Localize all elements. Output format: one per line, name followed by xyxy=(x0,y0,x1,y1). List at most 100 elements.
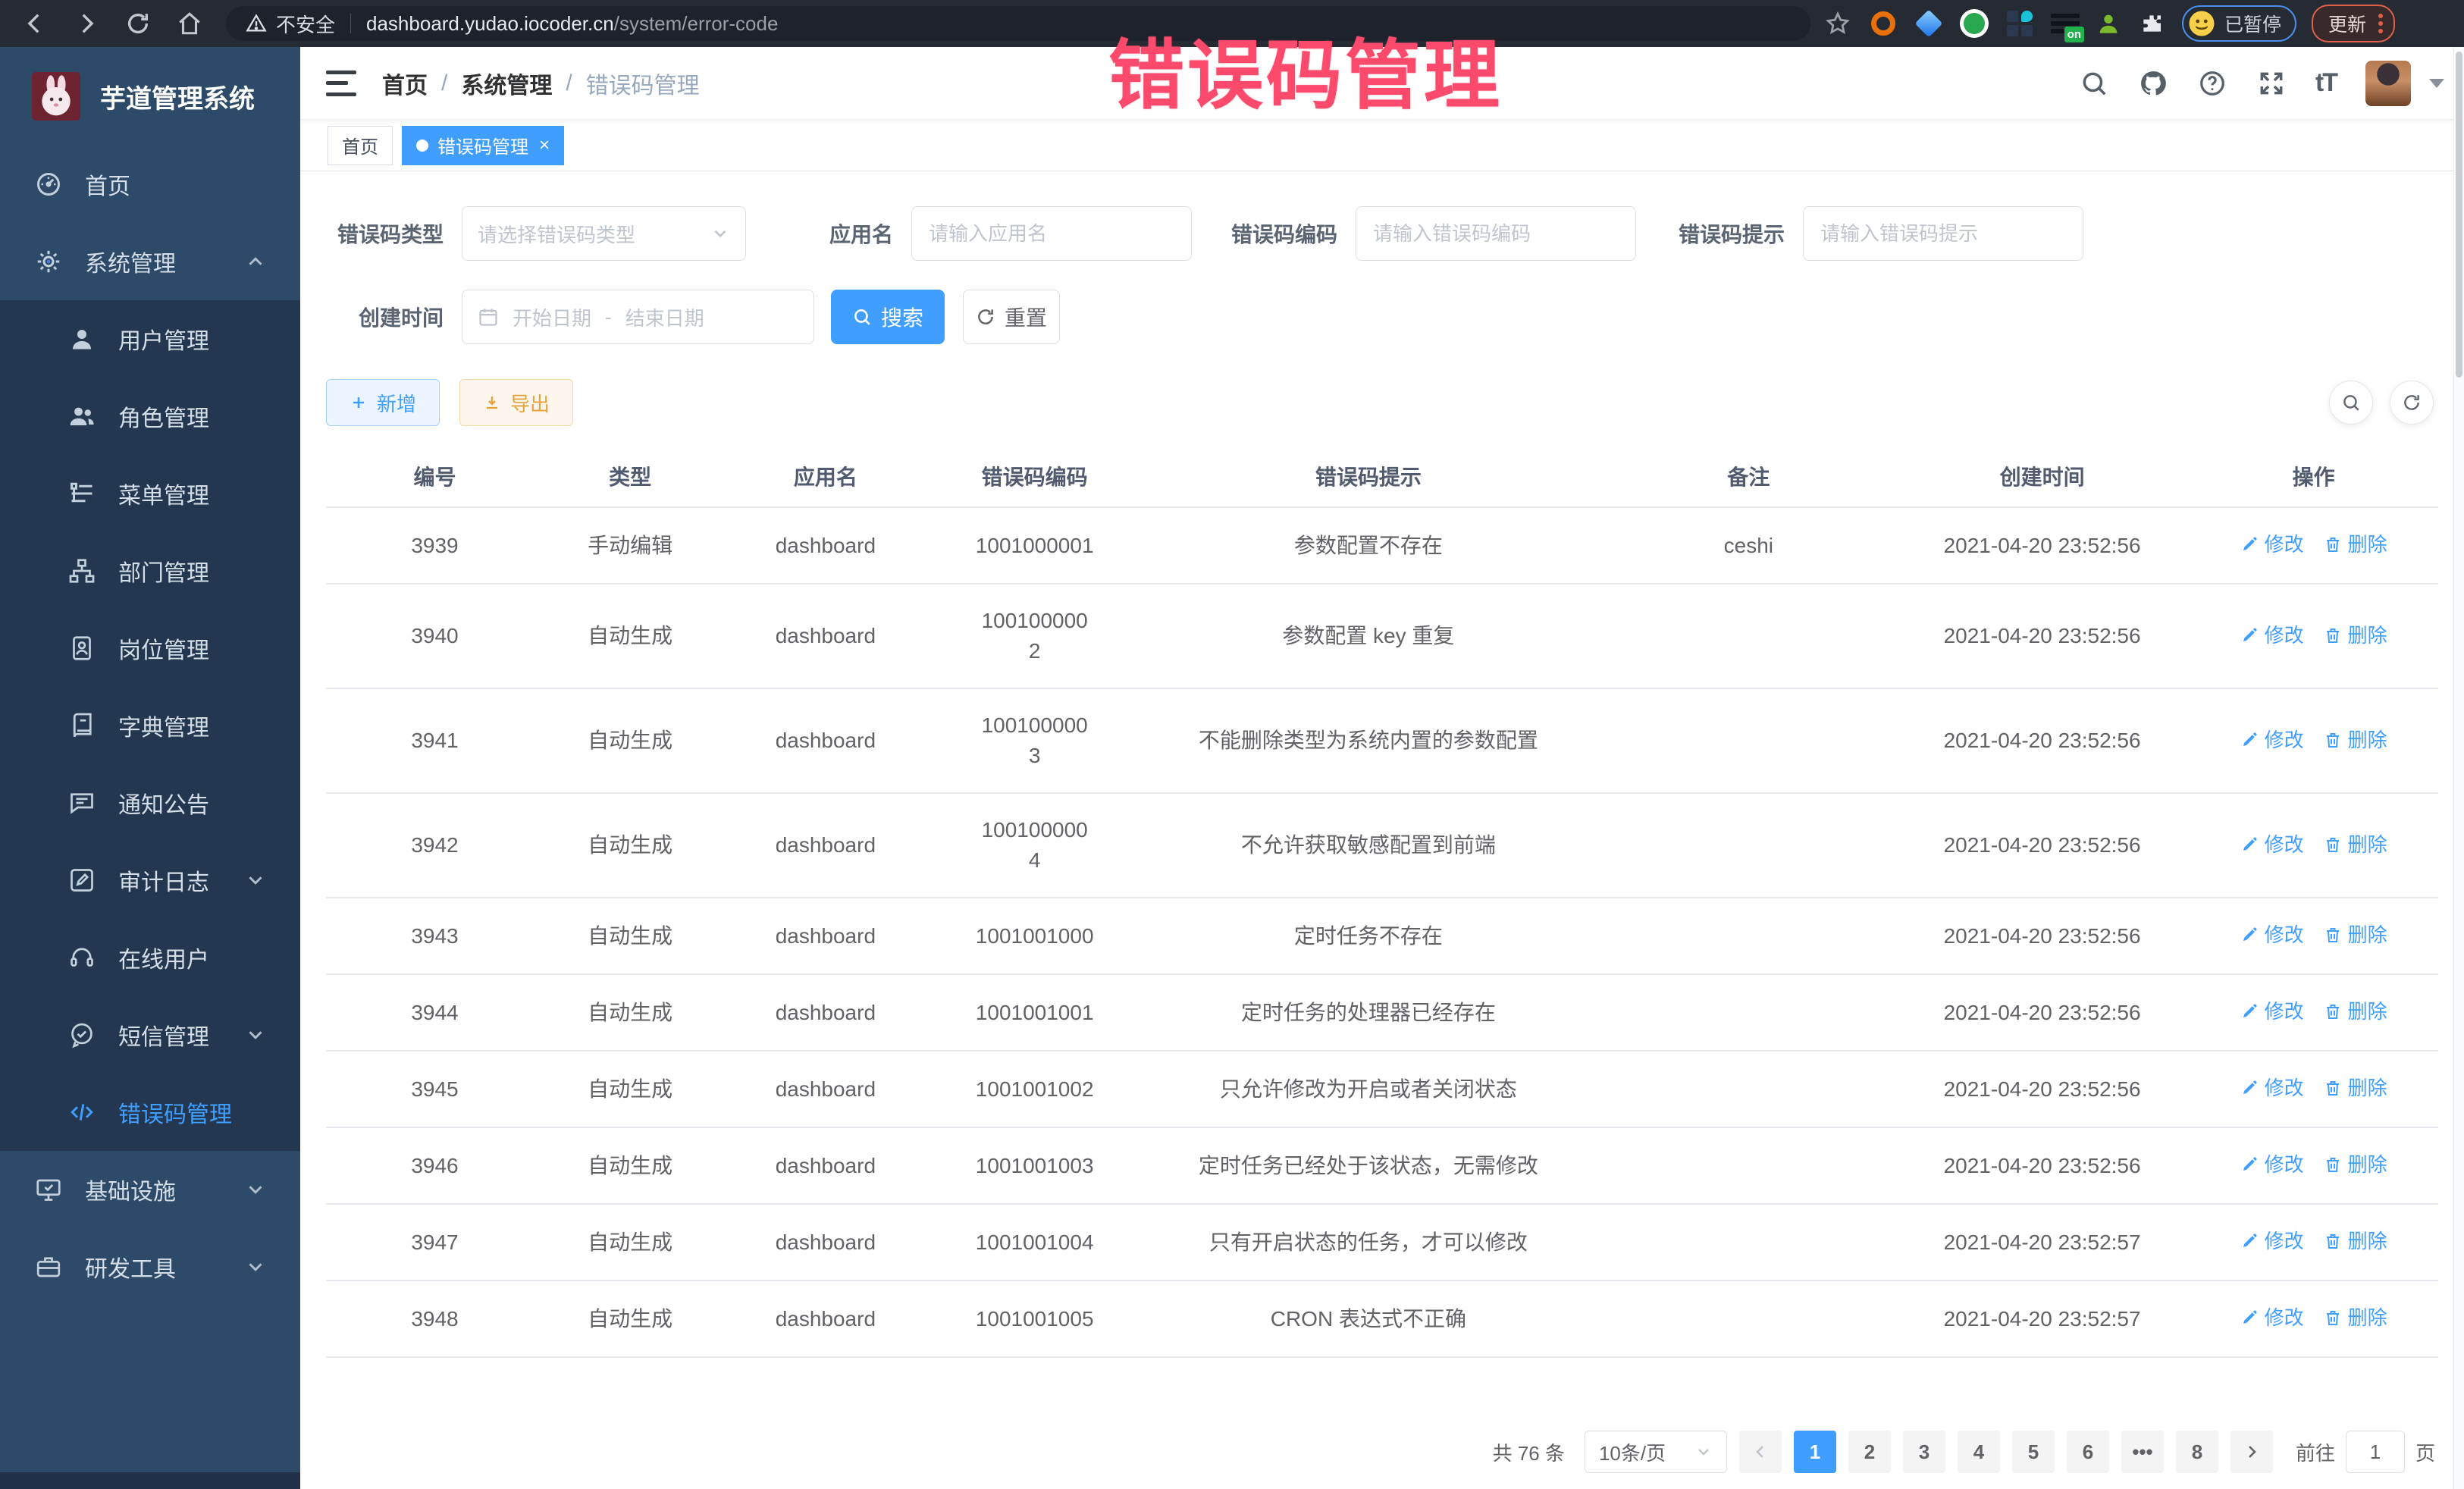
error-hint-input[interactable] xyxy=(1803,206,2083,261)
fullscreen-icon[interactable] xyxy=(2256,68,2287,99)
trash-icon xyxy=(2324,835,2342,854)
scrollbar-thumb[interactable] xyxy=(2456,52,2462,378)
edit-link[interactable]: 修改 xyxy=(2240,996,2304,1027)
sidebar-item-审计日志[interactable]: 审计日志 xyxy=(0,842,300,919)
delete-link[interactable]: 删除 xyxy=(2324,1073,2387,1103)
extension-onetab-icon[interactable]: on xyxy=(2050,8,2080,39)
edit-link[interactable]: 修改 xyxy=(2240,1302,2304,1333)
github-icon[interactable] xyxy=(2138,68,2168,99)
browser-menu-icon[interactable] xyxy=(2378,14,2383,33)
next-page-button[interactable] xyxy=(2230,1431,2273,1473)
page-button-5[interactable]: 5 xyxy=(2012,1431,2055,1473)
help-icon[interactable] xyxy=(2197,68,2227,99)
browser-update-button[interactable]: 更新 xyxy=(2312,5,2395,42)
extension-ring-icon[interactable] xyxy=(1868,8,1898,39)
page-button-2[interactable]: 2 xyxy=(1848,1431,1891,1473)
breadcrumb-item[interactable]: 系统管理 xyxy=(461,67,552,100)
refresh-icon-button[interactable] xyxy=(2390,381,2434,425)
tag-首页[interactable]: 首页 xyxy=(328,126,393,165)
edit-link[interactable]: 修改 xyxy=(2240,920,2304,950)
home-icon[interactable] xyxy=(173,7,206,40)
edit-link[interactable]: 修改 xyxy=(2240,725,2304,755)
sidebar-item-首页[interactable]: 首页 xyxy=(0,146,300,223)
search-icon[interactable] xyxy=(2079,68,2109,99)
page-size-select[interactable]: 10条/页 xyxy=(1585,1431,1727,1473)
sidebar-item-短信管理[interactable]: 短信管理 xyxy=(0,996,300,1074)
sidebar-item-菜单管理[interactable]: 菜单管理 xyxy=(0,455,300,532)
column-header: 错误码编码 xyxy=(934,447,1135,507)
delete-link[interactable]: 删除 xyxy=(2324,725,2387,755)
search-button[interactable]: 搜索 xyxy=(831,290,945,344)
edit-link[interactable]: 修改 xyxy=(2240,1226,2304,1256)
filter-app-label: 应用名 xyxy=(829,218,893,249)
extension-grid-icon[interactable] xyxy=(2005,8,2035,39)
date-range-picker[interactable]: 开始日期 - 结束日期 xyxy=(462,290,814,344)
reset-button[interactable]: 重置 xyxy=(963,290,1060,344)
more-pages-button[interactable]: ••• xyxy=(2121,1431,2164,1473)
sidebar-item-研发工具[interactable]: 研发工具 xyxy=(0,1228,300,1306)
sidebar-item-在线用户[interactable]: 在线用户 xyxy=(0,919,300,996)
edit-link[interactable]: 修改 xyxy=(2240,1073,2304,1103)
back-icon[interactable] xyxy=(18,7,52,40)
user-avatar[interactable] xyxy=(2365,61,2411,106)
edit-pen-icon xyxy=(2240,535,2259,553)
sidebar-item-通知公告[interactable]: 通知公告 xyxy=(0,764,300,842)
font-size-icon[interactable]: tT xyxy=(2315,68,2337,98)
page-scrollbar[interactable] xyxy=(2453,47,2464,1489)
end-date-placeholder: 结束日期 xyxy=(625,303,704,331)
reload-icon[interactable] xyxy=(121,7,155,40)
hamburger-fold-icon[interactable] xyxy=(326,71,356,96)
page-button-4[interactable]: 4 xyxy=(1958,1431,2000,1473)
page-button-3[interactable]: 3 xyxy=(1903,1431,1945,1473)
delete-link[interactable]: 删除 xyxy=(2324,1226,2387,1256)
app-name-input[interactable] xyxy=(911,206,1192,261)
sidebar-item-角色管理[interactable]: 角色管理 xyxy=(0,378,300,455)
edit-link[interactable]: 修改 xyxy=(2240,1149,2304,1180)
delete-link[interactable]: 删除 xyxy=(2324,829,2387,860)
delete-link[interactable]: 删除 xyxy=(2324,1149,2387,1180)
tag-错误码管理[interactable]: 错误码管理× xyxy=(402,126,564,165)
edit-link[interactable]: 修改 xyxy=(2240,529,2304,560)
address-bar[interactable]: 不安全 dashboard.yudao.iocoder.cn/system/er… xyxy=(226,6,1810,41)
edit-link[interactable]: 修改 xyxy=(2240,620,2304,650)
sidebar-item-错误码管理[interactable]: 错误码管理 xyxy=(0,1074,300,1151)
forward-icon[interactable] xyxy=(70,7,103,40)
export-button[interactable]: 导出 xyxy=(459,379,573,426)
page-button-6[interactable]: 6 xyxy=(2067,1431,2109,1473)
avatar-caret-down-icon[interactable] xyxy=(2429,79,2444,88)
sidebar-item-部门管理[interactable]: 部门管理 xyxy=(0,532,300,610)
extension-person-icon[interactable] xyxy=(2096,11,2121,36)
sidebar-item-基础设施[interactable]: 基础设施 xyxy=(0,1151,300,1228)
column-header: 创建时间 xyxy=(1895,447,2189,507)
edit-link[interactable]: 修改 xyxy=(2240,829,2304,860)
prev-page-button[interactable] xyxy=(1739,1431,1782,1473)
security-label[interactable]: 不安全 xyxy=(276,10,335,38)
goto-page-input[interactable] xyxy=(2346,1431,2405,1473)
delete-link[interactable]: 删除 xyxy=(2324,920,2387,950)
bookmark-star-icon[interactable] xyxy=(1823,8,1853,39)
page-button-8[interactable]: 8 xyxy=(2176,1431,2218,1473)
delete-link[interactable]: 删除 xyxy=(2324,1302,2387,1333)
sidebar-item-系统管理[interactable]: 系统管理 xyxy=(0,223,300,300)
extensions-puzzle-icon[interactable] xyxy=(2136,8,2167,39)
app-logo-row[interactable]: 芋道管理系统 xyxy=(0,47,300,146)
toggle-search-icon-button[interactable] xyxy=(2329,381,2373,425)
delete-link[interactable]: 删除 xyxy=(2324,620,2387,650)
extension-gem-icon[interactable] xyxy=(1914,8,1944,39)
sidebar-item-用户管理[interactable]: 用户管理 xyxy=(0,300,300,378)
delete-link[interactable]: 删除 xyxy=(2324,529,2387,560)
error-type-select[interactable]: 请选择错误码类型 xyxy=(462,206,746,261)
column-header: 类型 xyxy=(544,447,716,507)
delete-link[interactable]: 删除 xyxy=(2324,996,2387,1027)
extension-v-icon[interactable] xyxy=(1959,8,1989,39)
edit-pen-icon xyxy=(2240,626,2259,644)
error-code-input[interactable] xyxy=(1356,206,1636,261)
sidebar-item-字典管理[interactable]: 字典管理 xyxy=(0,687,300,764)
sidebar-item-岗位管理[interactable]: 岗位管理 xyxy=(0,610,300,687)
breadcrumb-item[interactable]: 首页 xyxy=(382,67,428,100)
browser-profile-chip[interactable]: 已暂停 xyxy=(2182,5,2296,42)
page-button-1[interactable]: 1 xyxy=(1794,1431,1836,1473)
users-icon xyxy=(68,403,96,430)
close-icon[interactable]: × xyxy=(539,135,550,156)
add-button[interactable]: 新增 xyxy=(326,379,440,426)
